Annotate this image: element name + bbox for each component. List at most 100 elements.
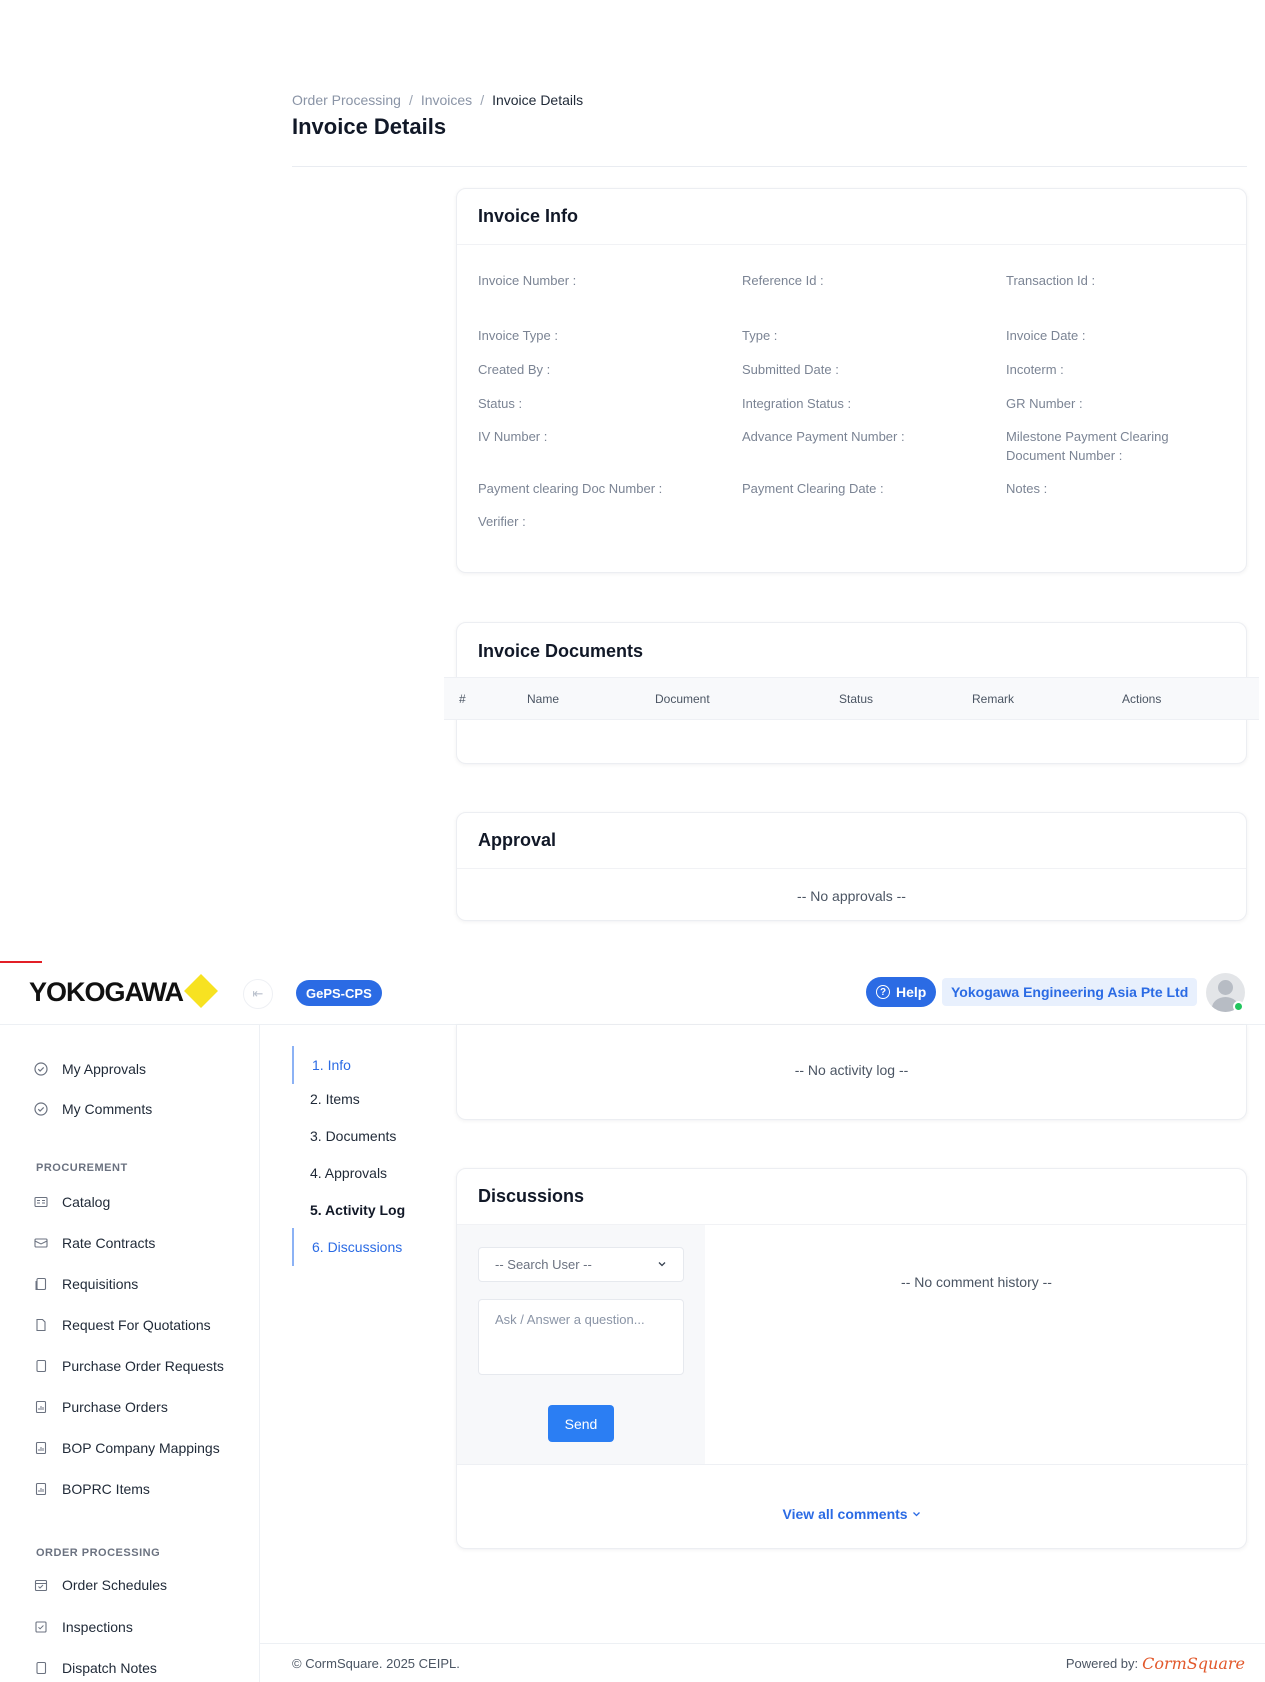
sidebar-item-requisitions[interactable]: Requisitions <box>33 1276 138 1292</box>
powered-by-label: Powered by: <box>1065 1656 1139 1671</box>
invoice-documents-title: Invoice Documents <box>478 640 644 661</box>
check-circle-icon <box>33 1062 48 1077</box>
sidebar-item-purchase-orders[interactable]: Purchase Orders <box>33 1399 168 1415</box>
field-payment-clearing-date: Payment Clearing Date : <box>742 481 884 496</box>
sidebar-item-my-comments[interactable]: My Comments <box>33 1101 152 1117</box>
field-transaction-id: Transaction Id : <box>1006 273 1096 288</box>
step-items[interactable]: 2. Items <box>292 1085 360 1113</box>
field-gr-number: GR Number : <box>1006 396 1083 411</box>
top-navbar: YOKOGAWA ⇤ GePS-CPS ? Help Yokogawa Engi… <box>0 963 1265 1025</box>
sidebar-item-label: Catalog <box>62 1194 111 1210</box>
field-iv-number: IV Number : <box>478 429 548 444</box>
sidebar-item-label: Inspections <box>62 1619 133 1635</box>
step-approvals[interactable]: 4. Approvals <box>292 1159 387 1187</box>
breadcrumb-order-processing[interactable]: Order Processing <box>292 92 401 108</box>
invoice-info-card: Invoice Info Invoice Number : Reference … <box>456 188 1247 573</box>
field-payment-clearing-doc-number: Payment clearing Doc Number : <box>478 481 663 496</box>
chart-file-icon <box>33 1400 48 1415</box>
col-name: Name <box>527 692 560 706</box>
question-textarea[interactable]: Ask / Answer a question... <box>478 1299 684 1375</box>
col-index: # <box>459 692 466 706</box>
sidebar-item-label: BOPRC Items <box>62 1481 150 1497</box>
collapse-arrow-icon: ⇤ <box>252 986 264 1001</box>
view-all-comments-link[interactable]: View all comments <box>457 1506 1248 1522</box>
invoice-info-title: Invoice Info <box>457 189 1246 245</box>
sidebar-item-boprc-items[interactable]: BOPRC Items <box>33 1481 150 1497</box>
discussion-compose-panel: -- Search User -- Ask / Answer a questio… <box>457 1225 705 1464</box>
breadcrumb-separator: / <box>408 92 413 108</box>
sidebar-item-bop-company-mappings[interactable]: BOP Company Mappings <box>33 1440 220 1456</box>
sidebar-item-label: Dispatch Notes <box>62 1660 157 1676</box>
brand-logo[interactable]: YOKOGAWA <box>29 977 184 1008</box>
step-info[interactable]: 1. Info <box>292 1046 351 1084</box>
sidebar-item-label: Request For Quotations <box>62 1317 211 1333</box>
col-status: Status <box>839 692 874 706</box>
step-discussions[interactable]: 6. Discussions <box>292 1228 402 1266</box>
send-button[interactable]: Send <box>548 1405 614 1442</box>
sidebar-item-dispatch-notes[interactable]: Dispatch Notes <box>33 1660 157 1676</box>
col-actions: Actions <box>1122 692 1162 706</box>
sidebar-item-catalog[interactable]: Catalog <box>33 1194 110 1210</box>
sidebar-item-label: Rate Contracts <box>62 1235 156 1251</box>
page-title: Invoice Details <box>292 114 447 139</box>
cormsquare-logo[interactable]: CormSquare <box>1142 1654 1245 1673</box>
envelope-icon <box>33 1236 48 1251</box>
sidebar-item-my-approvals[interactable]: My Approvals <box>33 1061 146 1077</box>
field-invoice-type: Invoice Type : <box>478 328 558 343</box>
sidebar-item-label: BOP Company Mappings <box>62 1440 220 1456</box>
chart-file-icon <box>33 1441 48 1456</box>
sidebar-collapse-button[interactable]: ⇤ <box>243 979 273 1009</box>
chevron-down-icon <box>657 1257 667 1272</box>
search-user-select[interactable]: -- Search User -- <box>478 1247 684 1282</box>
title-divider <box>292 166 1247 167</box>
sidebar-item-label: My Approvals <box>62 1061 147 1077</box>
col-document: Document <box>655 692 710 706</box>
chart-file-icon <box>33 1482 48 1497</box>
help-button[interactable]: ? Help <box>866 977 937 1007</box>
field-invoice-number: Invoice Number : <box>478 273 577 288</box>
file-icon <box>33 1661 48 1676</box>
documents-table-header: # Name Document Status Remark Actions <box>444 677 1259 720</box>
field-reference-id: Reference Id : <box>742 273 824 288</box>
file-icon <box>33 1359 48 1374</box>
field-notes: Notes : <box>1006 481 1048 496</box>
field-verifier: Verifier : <box>478 514 526 529</box>
check-square-icon <box>33 1620 48 1635</box>
footer-copyright: © CormSquare. 2025 CEIPL. <box>292 1656 460 1671</box>
sidebar-item-inspections[interactable]: Inspections <box>33 1619 133 1635</box>
sidebar-item-order-schedules[interactable]: Order Schedules <box>33 1577 167 1593</box>
breadcrumb-separator: / <box>480 92 485 108</box>
company-selector[interactable]: Yokogawa Engineering Asia Pte Ltd <box>942 978 1198 1006</box>
no-activity-log-text: -- No activity log -- <box>794 1062 909 1078</box>
help-label: Help <box>896 984 927 1000</box>
procurement-section-label: PROCUREMENT <box>36 1162 128 1174</box>
discussions-divider <box>457 1464 1248 1465</box>
sidebar-item-label: My Comments <box>62 1101 153 1117</box>
activity-log-card: -- No activity log -- <box>456 1025 1247 1120</box>
breadcrumb-invoices[interactable]: Invoices <box>421 92 472 108</box>
breadcrumb: Order Processing / Invoices / Invoice De… <box>292 92 583 108</box>
field-integration-status: Integration Status : <box>742 396 852 411</box>
avatar-head-icon <box>1218 980 1233 995</box>
discussions-title: Discussions <box>457 1169 1246 1225</box>
sidebar-item-label: Purchase Order Requests <box>62 1358 224 1374</box>
step-activity-log[interactable]: 5. Activity Log <box>292 1196 405 1224</box>
sidebar-item-rfq[interactable]: Request For Quotations <box>33 1317 211 1333</box>
search-user-placeholder: -- Search User -- <box>495 1257 592 1272</box>
app-badge[interactable]: GePS-CPS <box>296 980 382 1006</box>
step-documents[interactable]: 3. Documents <box>292 1122 396 1150</box>
sidebar-item-por[interactable]: Purchase Order Requests <box>33 1358 224 1374</box>
view-all-comments-label: View all comments <box>782 1506 908 1522</box>
breadcrumb-current: Invoice Details <box>492 92 584 108</box>
sidebar-item-label: Order Schedules <box>62 1577 168 1593</box>
sidebar-item-rate-contracts[interactable]: Rate Contracts <box>33 1235 155 1251</box>
copy-icon <box>33 1277 48 1292</box>
online-status-icon <box>1233 1001 1244 1012</box>
check-circle-icon <box>33 1102 48 1117</box>
approval-card: Approval -- No approvals -- <box>456 812 1247 921</box>
sidebar-item-label: Purchase Orders <box>62 1399 168 1415</box>
field-advance-payment-number: Advance Payment Number : <box>742 429 905 444</box>
file-icon <box>33 1318 48 1333</box>
help-circle-icon: ? <box>876 985 890 999</box>
sidebar: My Approvals My Comments PROCUREMENT Cat… <box>0 1025 260 1682</box>
